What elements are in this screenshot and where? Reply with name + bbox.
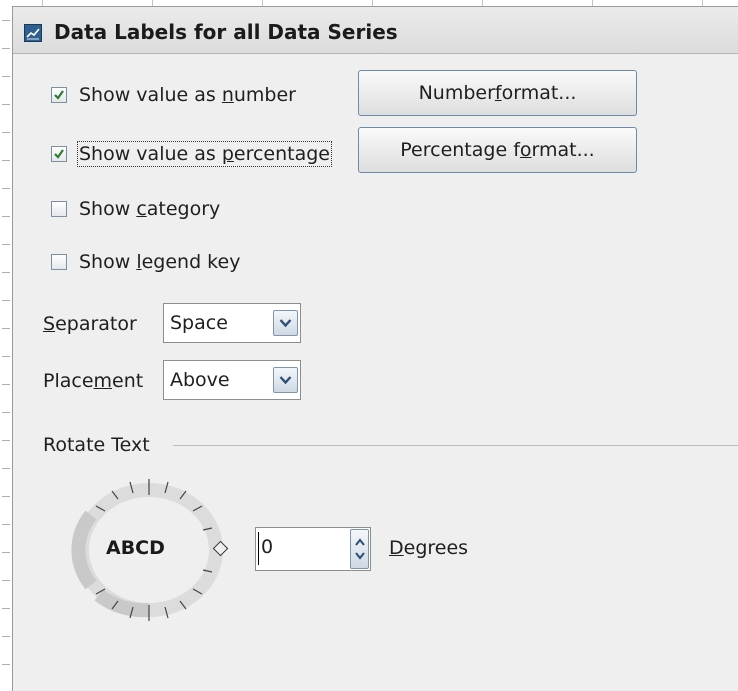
show-legend-key-option[interactable]: Show legend key <box>51 249 240 275</box>
separator-dropdown[interactable]: Space <box>163 303 301 343</box>
placement-dropdown[interactable]: Above <box>163 360 301 400</box>
show-number-label: Show value as number <box>79 84 296 106</box>
show-legend-key-checkbox[interactable] <box>51 254 67 270</box>
number-format-button[interactable]: Number f ormat... <box>358 70 637 116</box>
separator-label: Separator <box>43 313 137 335</box>
degrees-spinbox[interactable]: 0 <box>255 527 371 571</box>
dialog-title: Data Labels for all Data Series <box>54 20 398 44</box>
show-number-checkbox[interactable] <box>51 87 67 103</box>
dial-preview-text: ABCD <box>106 537 165 559</box>
degrees-value: 0 <box>261 536 274 558</box>
placement-label: Placement <box>43 370 144 392</box>
group-divider <box>173 445 738 446</box>
text-cursor <box>258 532 259 565</box>
show-category-option[interactable]: Show category <box>51 196 220 222</box>
show-percentage-option[interactable]: Show value as percentage <box>51 141 332 167</box>
show-legend-key-label: Show legend key <box>79 251 241 273</box>
show-category-checkbox[interactable] <box>51 201 67 217</box>
chart-app-icon <box>24 24 42 42</box>
show-number-option[interactable]: Show value as number <box>51 82 296 108</box>
chevron-down-icon[interactable] <box>273 310 298 336</box>
degrees-label: Degrees <box>389 537 469 559</box>
separator-value: Space <box>170 312 228 334</box>
placement-value: Above <box>170 369 230 391</box>
show-percentage-checkbox[interactable] <box>51 146 67 162</box>
chevron-down-icon[interactable] <box>273 367 298 393</box>
data-labels-dialog: Data Labels for all Data Series Show val… <box>12 6 738 691</box>
show-category-label: Show category <box>79 198 221 220</box>
percentage-format-button[interactable]: Percentage f o rmat... <box>358 127 637 173</box>
spin-arrows-icon[interactable] <box>350 529 369 569</box>
show-percentage-label: Show value as percentage <box>77 141 332 167</box>
dialog-titlebar: Data Labels for all Data Series <box>13 7 738 54</box>
rotate-text-group-label: Rotate Text <box>43 434 150 456</box>
